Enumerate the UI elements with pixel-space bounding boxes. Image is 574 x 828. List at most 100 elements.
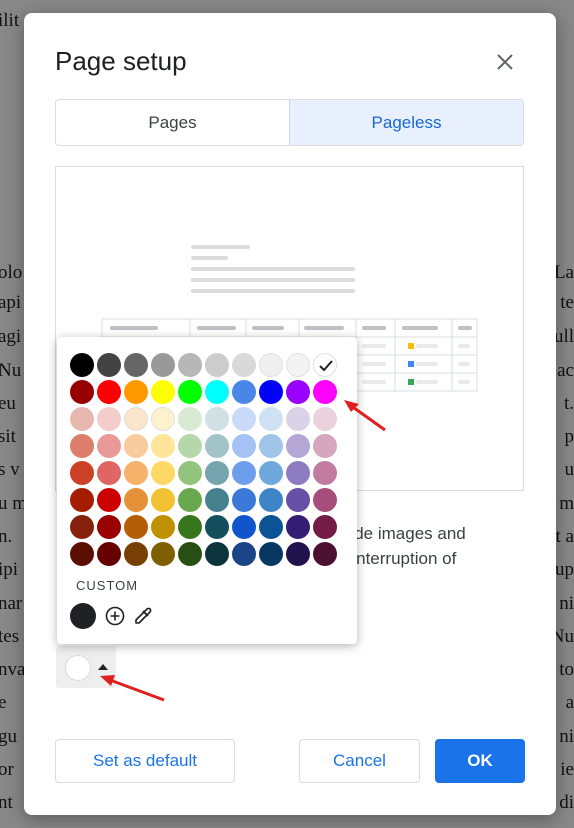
- color-swatch[interactable]: [232, 488, 256, 512]
- color-swatch[interactable]: [205, 380, 229, 404]
- color-swatch[interactable]: [151, 542, 175, 566]
- checkmark-icon: [319, 360, 333, 372]
- color-swatch[interactable]: [313, 515, 337, 539]
- color-swatch[interactable]: [313, 380, 337, 404]
- tab-pages[interactable]: Pages: [56, 100, 289, 145]
- color-swatch[interactable]: [70, 488, 94, 512]
- color-swatch[interactable]: [97, 542, 121, 566]
- close-button[interactable]: [490, 47, 520, 77]
- eyedropper-button[interactable]: [130, 603, 156, 629]
- color-swatch[interactable]: [124, 488, 148, 512]
- color-swatch[interactable]: [151, 407, 175, 431]
- tab-pageless[interactable]: Pageless: [289, 100, 523, 145]
- color-swatch[interactable]: [259, 542, 283, 566]
- color-swatch[interactable]: [205, 407, 229, 431]
- color-swatch[interactable]: [178, 488, 202, 512]
- color-swatch[interactable]: [178, 461, 202, 485]
- color-swatch[interactable]: [178, 542, 202, 566]
- color-swatch[interactable]: [232, 407, 256, 431]
- color-row: [70, 353, 340, 380]
- custom-colors-row: [70, 603, 156, 629]
- color-swatch[interactable]: [178, 353, 202, 377]
- color-swatch[interactable]: [232, 380, 256, 404]
- add-circle-icon: [105, 606, 125, 626]
- color-swatch[interactable]: [178, 515, 202, 539]
- color-swatch[interactable]: [97, 353, 121, 377]
- color-swatch[interactable]: [313, 353, 337, 377]
- color-swatch[interactable]: [259, 353, 283, 377]
- color-swatch[interactable]: [286, 542, 310, 566]
- color-swatch[interactable]: [286, 488, 310, 512]
- color-swatch[interactable]: [313, 461, 337, 485]
- add-custom-color-button[interactable]: [102, 603, 128, 629]
- color-swatch[interactable]: [151, 515, 175, 539]
- color-swatch[interactable]: [259, 461, 283, 485]
- color-swatch[interactable]: [178, 434, 202, 458]
- color-swatch[interactable]: [97, 461, 121, 485]
- color-swatch[interactable]: [286, 461, 310, 485]
- color-swatch[interactable]: [259, 434, 283, 458]
- color-swatch[interactable]: [259, 488, 283, 512]
- color-swatch[interactable]: [151, 488, 175, 512]
- color-swatch[interactable]: [205, 515, 229, 539]
- ok-button[interactable]: OK: [435, 739, 525, 783]
- color-swatch[interactable]: [151, 461, 175, 485]
- color-swatch[interactable]: [124, 515, 148, 539]
- cancel-button[interactable]: Cancel: [299, 739, 420, 783]
- custom-label: CUSTOM: [76, 578, 139, 593]
- color-swatch[interactable]: [97, 407, 121, 431]
- color-swatch[interactable]: [124, 434, 148, 458]
- custom-color-swatch[interactable]: [70, 603, 96, 629]
- color-swatch[interactable]: [286, 515, 310, 539]
- color-swatch[interactable]: [259, 380, 283, 404]
- color-swatch[interactable]: [232, 515, 256, 539]
- color-swatch[interactable]: [151, 380, 175, 404]
- color-swatch[interactable]: [70, 353, 94, 377]
- color-row: [70, 434, 340, 461]
- color-row: [70, 488, 340, 515]
- color-swatch[interactable]: [205, 488, 229, 512]
- color-swatch[interactable]: [70, 461, 94, 485]
- color-swatch[interactable]: [313, 542, 337, 566]
- color-swatch[interactable]: [97, 434, 121, 458]
- color-swatch[interactable]: [313, 434, 337, 458]
- color-swatch[interactable]: [313, 488, 337, 512]
- color-swatch[interactable]: [151, 434, 175, 458]
- color-swatch[interactable]: [205, 542, 229, 566]
- color-swatch[interactable]: [232, 434, 256, 458]
- color-swatch[interactable]: [124, 461, 148, 485]
- color-swatch[interactable]: [70, 515, 94, 539]
- color-swatch[interactable]: [70, 542, 94, 566]
- color-swatch[interactable]: [70, 434, 94, 458]
- color-swatch[interactable]: [70, 407, 94, 431]
- color-swatch[interactable]: [97, 380, 121, 404]
- color-swatch[interactable]: [205, 461, 229, 485]
- color-swatch[interactable]: [97, 515, 121, 539]
- color-swatch[interactable]: [124, 353, 148, 377]
- color-swatch[interactable]: [97, 488, 121, 512]
- color-swatch[interactable]: [124, 407, 148, 431]
- color-swatch[interactable]: [205, 434, 229, 458]
- color-row: [70, 407, 340, 434]
- color-row: [70, 380, 340, 407]
- color-swatch[interactable]: [286, 407, 310, 431]
- color-swatch[interactable]: [286, 434, 310, 458]
- color-swatch[interactable]: [70, 380, 94, 404]
- color-swatch[interactable]: [124, 542, 148, 566]
- dialog-title: Page setup: [55, 46, 187, 76]
- color-swatch[interactable]: [178, 407, 202, 431]
- color-swatch[interactable]: [205, 353, 229, 377]
- color-swatch[interactable]: [259, 515, 283, 539]
- color-swatch[interactable]: [124, 380, 148, 404]
- color-row: [70, 461, 340, 488]
- color-swatch[interactable]: [286, 353, 310, 377]
- color-swatch[interactable]: [232, 461, 256, 485]
- color-swatch[interactable]: [232, 353, 256, 377]
- color-swatch[interactable]: [259, 407, 283, 431]
- color-swatch[interactable]: [178, 380, 202, 404]
- color-swatch[interactable]: [232, 542, 256, 566]
- color-swatch[interactable]: [313, 407, 337, 431]
- color-swatch[interactable]: [286, 380, 310, 404]
- set-as-default-button[interactable]: Set as default: [55, 739, 235, 783]
- color-swatch[interactable]: [151, 353, 175, 377]
